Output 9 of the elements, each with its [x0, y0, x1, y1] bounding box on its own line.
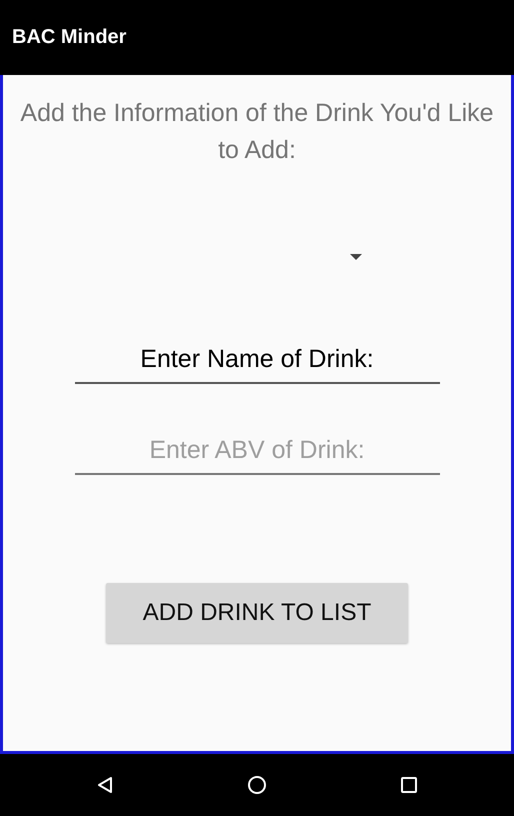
back-icon[interactable] [97, 776, 113, 794]
app-title: BAC Minder [12, 26, 126, 49]
abv-field[interactable]: Enter ABV of Drink: [74, 432, 440, 475]
recents-icon[interactable] [401, 777, 417, 793]
home-icon[interactable] [247, 775, 267, 795]
instruction-heading: Add the Information of the Drink You'd Like to Add: [19, 98, 495, 166]
dropdown-caret-icon[interactable] [350, 254, 362, 260]
drink-name-field[interactable]: Enter Name of Drink: [74, 341, 440, 384]
add-drink-button[interactable]: ADD DRINK TO LIST [106, 583, 408, 643]
